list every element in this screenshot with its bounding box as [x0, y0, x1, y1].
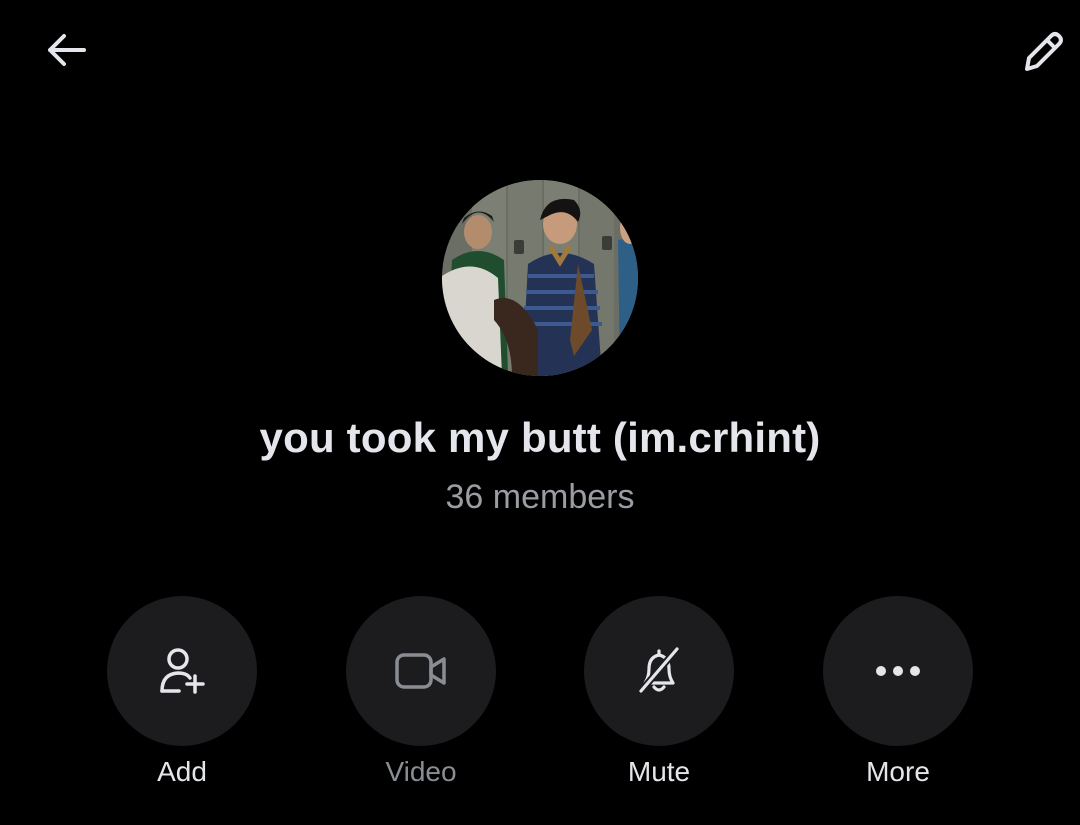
mute-button-circle[interactable]	[584, 596, 734, 746]
video-camera-icon	[395, 653, 446, 689]
more-dots-icon	[876, 666, 920, 676]
more-label: More	[866, 756, 930, 787]
group-photo	[442, 180, 638, 376]
edit-button[interactable]	[1012, 20, 1072, 80]
add-button[interactable]: Add	[107, 596, 257, 788]
more-button[interactable]: More	[823, 596, 973, 788]
more-button-circle[interactable]	[823, 596, 973, 746]
pencil-icon	[1025, 32, 1063, 71]
mute-label: Mute	[627, 756, 691, 787]
member-count[interactable]: 36 members	[0, 478, 1080, 517]
group-avatar[interactable]	[442, 180, 638, 376]
video-button-circle[interactable]	[346, 596, 496, 746]
add-button-circle[interactable]	[107, 596, 257, 746]
add-person-icon	[160, 648, 205, 694]
group-title: you took my butt (im.crhint)	[259, 414, 821, 461]
video-button[interactable]: Video	[346, 596, 496, 788]
mute-button[interactable]: Mute	[584, 596, 734, 788]
video-label: Video	[385, 756, 457, 787]
bell-off-icon	[637, 645, 681, 695]
add-label: Add	[157, 756, 207, 787]
back-button[interactable]	[36, 20, 96, 80]
arrow-left-icon	[48, 34, 86, 66]
